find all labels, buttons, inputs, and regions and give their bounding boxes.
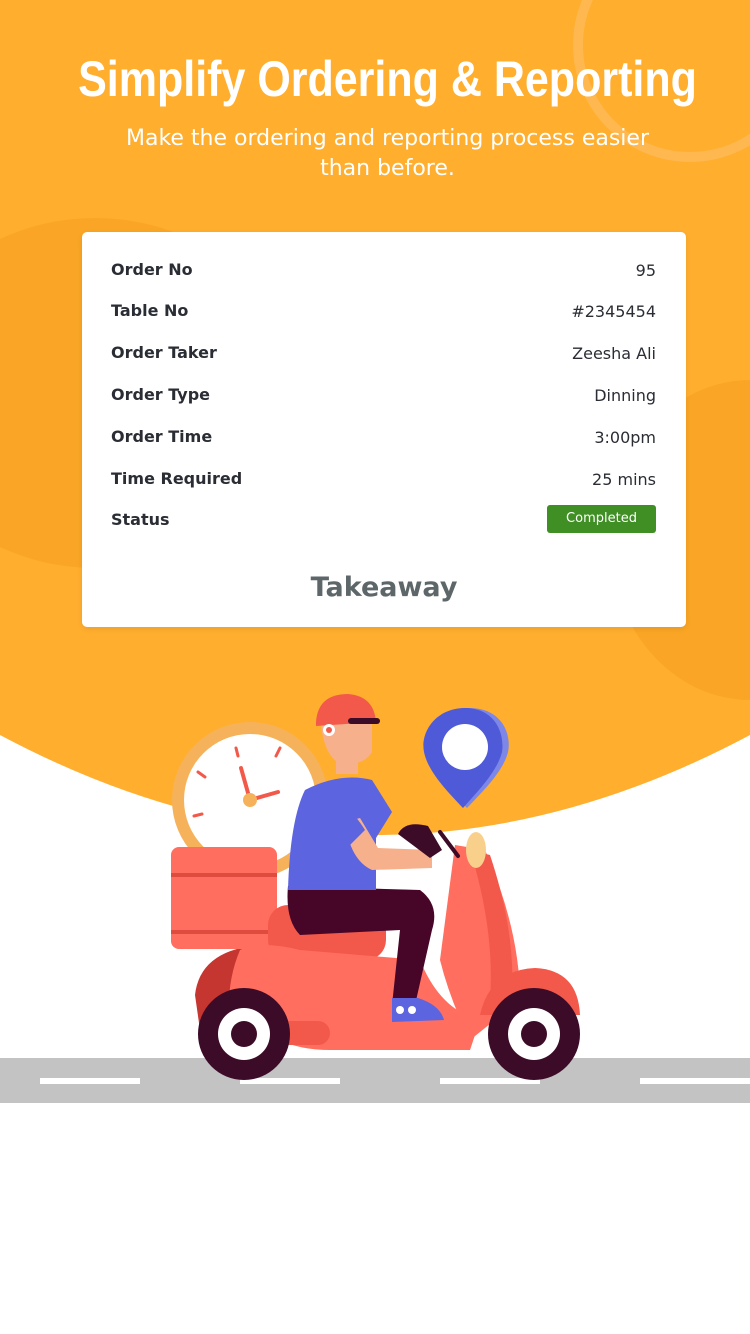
road bbox=[0, 1058, 750, 1103]
delivery-illustration bbox=[0, 694, 750, 1103]
location-pin-icon bbox=[423, 708, 509, 808]
